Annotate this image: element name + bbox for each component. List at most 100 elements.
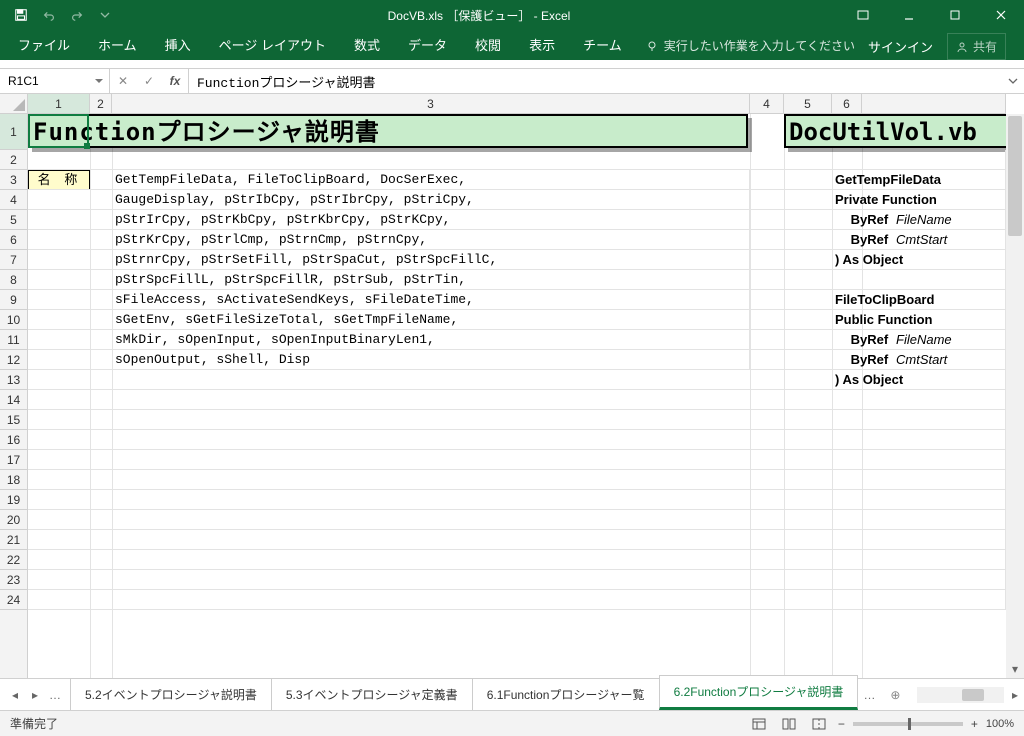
column-header[interactable]: 6 — [832, 94, 862, 113]
row-header[interactable]: 22 — [0, 550, 27, 570]
grid-row[interactable] — [28, 150, 1006, 170]
grid-row[interactable] — [28, 550, 1006, 570]
column-header[interactable]: 1 — [28, 94, 90, 113]
column-header[interactable]: 5 — [784, 94, 832, 113]
qat-redo-button[interactable] — [64, 2, 90, 28]
code-line[interactable]: pStrnrCpy, pStrSetFill, pStrSpaCut, pStr… — [112, 250, 750, 270]
signature-line[interactable]: FileToClipBoard — [832, 290, 1024, 310]
add-sheet-button[interactable]: ⊕ — [881, 688, 909, 702]
ribbon-tab-formulas[interactable]: 数式 — [340, 29, 394, 60]
signin-link[interactable]: サインイン — [868, 37, 933, 56]
sheet-nav-prev-button[interactable]: ◂ — [6, 688, 24, 702]
signature-line[interactable] — [832, 270, 1024, 290]
zoom-slider[interactable] — [853, 722, 963, 726]
grid-row[interactable] — [28, 510, 1006, 530]
row-header[interactable]: 1 — [0, 114, 27, 150]
enter-formula-button[interactable]: ✓ — [136, 74, 162, 88]
select-all-corner[interactable] — [0, 94, 28, 114]
cancel-formula-button[interactable]: ✕ — [110, 74, 136, 88]
scroll-thumb-vertical[interactable] — [1008, 116, 1022, 236]
row-header[interactable]: 14 — [0, 390, 27, 410]
row-header[interactable]: 23 — [0, 570, 27, 590]
vertical-scrollbar[interactable]: ▴ ▾ — [1006, 114, 1024, 678]
sheet-tab[interactable]: 6.2Functionプロシージャ説明書 — [659, 675, 859, 710]
row-header[interactable]: 18 — [0, 470, 27, 490]
sheet-tab[interactable]: 5.2イベントプロシージャ説明書 — [70, 678, 272, 710]
code-line[interactable]: GaugeDisplay, pStrIbCpy, pStrIbrCpy, pSt… — [112, 190, 750, 210]
scroll-down-button[interactable]: ▾ — [1006, 660, 1024, 678]
ribbon-tab-data[interactable]: データ — [394, 29, 461, 60]
grid-row[interactable] — [28, 450, 1006, 470]
qat-save-button[interactable] — [8, 2, 34, 28]
sheet-title-main[interactable]: Functionプロシージャ説明書 — [28, 114, 748, 148]
row-header[interactable]: 20 — [0, 510, 27, 530]
qat-undo-button[interactable] — [36, 2, 62, 28]
zoom-out-button[interactable]: − — [838, 717, 845, 731]
ribbon-tab-home[interactable]: ホーム — [84, 29, 151, 60]
sheet-tab[interactable]: 5.3イベントプロシージャ定義書 — [271, 678, 473, 710]
row-header[interactable]: 15 — [0, 410, 27, 430]
sheet-nav-more-button[interactable]: … — [46, 688, 64, 702]
code-line[interactable]: GetTempFileData, FileToClipBoard, DocSer… — [112, 170, 750, 190]
grid-row[interactable] — [28, 490, 1006, 510]
column-header[interactable]: 4 — [750, 94, 784, 113]
sheet-tab[interactable]: 6.1Functionプロシージャー覧 — [472, 678, 660, 710]
column-header-blank[interactable] — [862, 94, 1006, 113]
code-line[interactable]: pStrSpcFillL, pStrSpcFillR, pStrSub, pSt… — [112, 270, 750, 290]
ribbon-tab-layout[interactable]: ページ レイアウト — [205, 29, 340, 60]
grid-row[interactable] — [28, 590, 1006, 610]
close-button[interactable] — [978, 0, 1024, 30]
row-header[interactable]: 5 — [0, 210, 27, 230]
row-header[interactable]: 8 — [0, 270, 27, 290]
code-line[interactable]: sOpenOutput, sShell, Disp — [112, 350, 750, 370]
scroll-right-button[interactable]: ▸ — [1006, 688, 1024, 702]
signature-line[interactable]: ByRef FileName — [832, 330, 1024, 350]
grid-row[interactable] — [28, 470, 1006, 490]
row-header[interactable]: 24 — [0, 590, 27, 610]
row-header[interactable]: 17 — [0, 450, 27, 470]
ribbon-tab-insert[interactable]: 挿入 — [151, 29, 205, 60]
row-header[interactable]: 19 — [0, 490, 27, 510]
view-page-layout-button[interactable] — [778, 715, 800, 733]
maximize-button[interactable] — [932, 0, 978, 30]
signature-line[interactable]: Private Function — [832, 190, 1024, 210]
row-header[interactable]: 9 — [0, 290, 27, 310]
row-header[interactable]: 6 — [0, 230, 27, 250]
signature-line[interactable]: Public Function — [832, 310, 1024, 330]
ribbon-display-options-button[interactable] — [840, 0, 886, 30]
code-line[interactable]: sFileAccess, sActivateSendKeys, sFileDat… — [112, 290, 750, 310]
signature-line[interactable]: ) As Object — [832, 250, 1024, 270]
share-button[interactable]: 共有 — [947, 33, 1006, 60]
code-line[interactable]: pStrKrCpy, pStrlCmp, pStrnCmp, pStrnCpy, — [112, 230, 750, 250]
sheet-title-filename[interactable]: DocUtilVol.vb — [784, 114, 1014, 148]
signature-line[interactable]: GetTempFileData — [832, 170, 1024, 190]
ribbon-tab-review[interactable]: 校閲 — [461, 29, 515, 60]
row-header[interactable]: 13 — [0, 370, 27, 390]
signature-line[interactable]: ByRef CmtStart — [832, 350, 1024, 370]
row-header[interactable]: 12 — [0, 350, 27, 370]
row-header[interactable]: 10 — [0, 310, 27, 330]
code-line[interactable]: sMkDir, sOpenInput, sOpenInputBinaryLen1… — [112, 330, 750, 350]
grid-row[interactable] — [28, 410, 1006, 430]
row-header[interactable]: 7 — [0, 250, 27, 270]
zoom-level[interactable]: 100% — [986, 718, 1014, 730]
code-line[interactable]: sGetEnv, sGetFileSizeTotal, sGetTmpFileN… — [112, 310, 750, 330]
signature-line[interactable]: ) As Object — [832, 370, 1024, 390]
row-header[interactable]: 21 — [0, 530, 27, 550]
column-header[interactable]: 2 — [90, 94, 112, 113]
formula-bar-input[interactable]: Functionプロシージャ説明書 — [189, 69, 1002, 93]
ribbon-tab-file[interactable]: ファイル — [4, 29, 84, 60]
horizontal-scrollbar[interactable] — [917, 687, 1004, 703]
name-box[interactable]: R1C1 — [0, 69, 110, 93]
row-header[interactable]: 16 — [0, 430, 27, 450]
row-header[interactable]: 3 — [0, 170, 27, 190]
signature-line[interactable]: ByRef FileName — [832, 210, 1024, 230]
zoom-in-button[interactable]: + — [971, 717, 978, 731]
sheet-nav-next-button[interactable]: ▸ — [26, 688, 44, 702]
ribbon-tab-view[interactable]: 表示 — [515, 29, 569, 60]
fx-button[interactable]: fx — [162, 74, 188, 88]
row-header[interactable]: 11 — [0, 330, 27, 350]
scroll-thumb-horizontal[interactable] — [962, 689, 984, 701]
tell-me-search[interactable]: 実行したい作業を入力してください — [636, 31, 865, 60]
grid-row[interactable] — [28, 530, 1006, 550]
